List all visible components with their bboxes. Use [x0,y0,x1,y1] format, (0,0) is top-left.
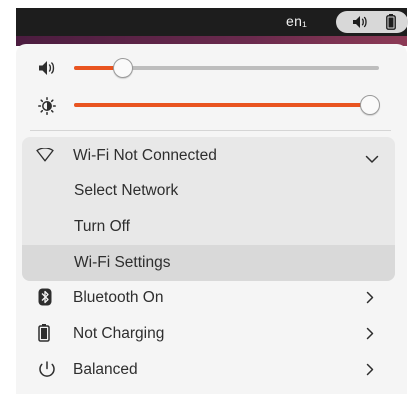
menu-item-label: Select Network [74,182,179,199]
battery-icon [386,14,396,35]
quick-settings-panel: Wi-Fi Not Connected Select Network Turn … [16,44,407,394]
chevron-down-icon[interactable] [365,151,379,169]
chevron-right-icon [366,363,374,381]
keyboard-layout-indicator[interactable]: en₁ [286,13,307,29]
bluetooth-icon [38,288,52,311]
volume-slider-handle[interactable] [112,58,133,78]
power-status-label: Not Charging [73,325,165,342]
wifi-section: Wi-Fi Not Connected Select Network Turn … [22,137,395,281]
brightness-slider-handle[interactable] [359,95,380,115]
wifi-toggle-header[interactable]: Wi-Fi Not Connected [22,137,395,173]
chevron-right-icon [366,327,374,345]
power-mode-item[interactable]: Balanced [16,352,407,388]
volume-slider[interactable] [74,58,379,78]
wifi-icon [36,147,54,167]
menu-item-label: Wi-Fi Settings [74,254,171,271]
bluetooth-item[interactable]: Bluetooth On [16,280,407,316]
brightness-icon [38,97,56,120]
wifi-select-network[interactable]: Select Network [22,173,395,209]
power-item[interactable]: Not Charging [16,316,407,352]
volume-row [16,53,407,83]
wifi-settings[interactable]: Wi-Fi Settings [22,245,395,281]
volume-icon [38,60,56,81]
system-status-area[interactable] [336,11,408,33]
bluetooth-label: Bluetooth On [73,289,164,306]
wifi-status-label: Wi-Fi Not Connected [73,147,217,164]
divider [30,130,391,131]
brightness-slider[interactable] [74,95,380,115]
brightness-slider-fill [74,103,370,107]
brightness-row [16,90,407,120]
top-bar: en₁ [16,8,408,36]
battery-icon [38,324,50,347]
chevron-right-icon [366,291,374,309]
power-mode-label: Balanced [73,361,138,378]
menu-item-label: Turn Off [74,218,130,235]
wifi-turn-off[interactable]: Turn Off [22,209,395,245]
volume-icon [352,15,368,34]
power-mode-icon [38,360,56,383]
